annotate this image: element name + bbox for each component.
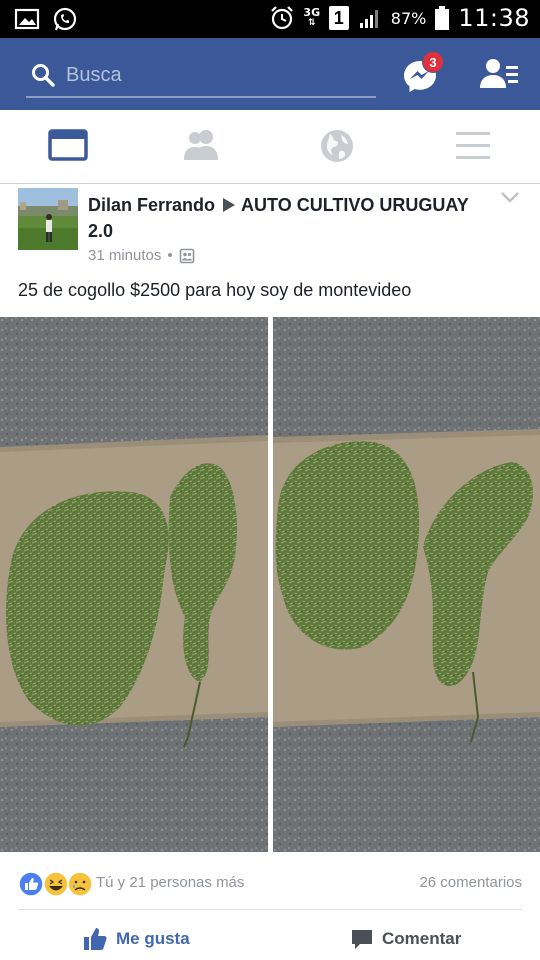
comment-icon [352, 930, 372, 949]
clock: 11:38 [458, 4, 530, 32]
data-arrows-icon: ⇅ [307, 18, 316, 28]
group-privacy-icon [179, 248, 194, 263]
thumbs-up-icon [84, 928, 107, 950]
network-label: 3G [303, 6, 321, 19]
sim-indicator: 1 [328, 6, 349, 30]
reaction-icons [18, 871, 93, 897]
tab-notifications-globe[interactable] [314, 124, 360, 168]
post-meta: 31 minutos • [88, 247, 195, 264]
chevron-down-icon[interactable] [500, 190, 520, 204]
reactions-summary[interactable]: Tú y 21 personas más [96, 874, 244, 891]
network-type: 3G ⇅ [303, 6, 321, 28]
whatsapp-icon [53, 7, 77, 31]
post-time[interactable]: 31 minutos [88, 247, 161, 264]
divider [18, 909, 522, 910]
tab-bar [0, 110, 540, 184]
friend-requests-icon[interactable] [478, 54, 520, 94]
search-input[interactable] [66, 58, 366, 92]
tab-menu-icon[interactable] [450, 124, 496, 168]
tab-friend-requests[interactable] [180, 124, 226, 168]
post-text: 25 de cogollo $2500 para hoy soy de mont… [18, 280, 412, 300]
author-name[interactable]: Dilan Ferrando [88, 195, 215, 215]
reactions-bar[interactable]: Tú y 21 personas más 26 comentarios [0, 869, 540, 909]
signal-icon [359, 10, 378, 28]
search-bar[interactable] [26, 54, 376, 98]
post-header-title: Dilan Ferrando AUTO CULTIVO URUGUAY 2.0 [88, 192, 488, 244]
post-photos [0, 317, 540, 852]
messenger-badge: 3 [422, 51, 444, 73]
gallery-icon [14, 8, 40, 30]
alarm-icon [270, 6, 293, 30]
avatar[interactable] [18, 188, 78, 250]
like-button[interactable]: Me gusta [82, 922, 190, 956]
search-icon [32, 64, 55, 87]
post-photo-left[interactable] [0, 317, 268, 852]
comment-button[interactable]: Comentar [350, 922, 461, 956]
share-arrow-icon [223, 198, 236, 212]
top-header: 3 [0, 38, 540, 110]
like-label: Me gusta [116, 929, 190, 948]
comments-count[interactable]: 26 comentarios [419, 874, 522, 891]
post-photo-right[interactable] [273, 317, 540, 852]
battery-percent: 87% [390, 8, 427, 28]
tab-news-feed[interactable] [46, 124, 92, 168]
battery-icon [435, 6, 450, 30]
status-bar: 3G ⇅ 1 87% 11:38 [0, 0, 540, 38]
comment-label: Comentar [382, 929, 462, 948]
meta-separator: • [167, 247, 173, 264]
post-actions: Me gusta Comentar [0, 914, 540, 960]
